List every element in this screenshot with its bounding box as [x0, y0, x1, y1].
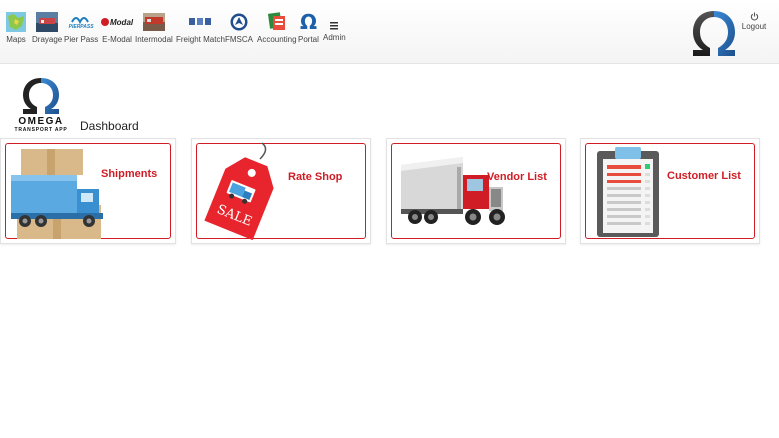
- nav-item-maps[interactable]: Maps: [6, 12, 26, 44]
- nav-item-portal[interactable]: Ω Portal: [298, 12, 319, 44]
- rate-shop-card[interactable]: SALE Rate Shop: [191, 138, 371, 244]
- nav-item-e-modal[interactable]: Modal E-Modal: [101, 12, 133, 44]
- drayage-icon: [36, 12, 59, 32]
- page-title: Dashboard: [80, 119, 139, 133]
- shipments-card[interactable]: Shipments: [0, 138, 176, 244]
- nav-label-accounting: Accounting: [257, 35, 297, 44]
- nav-item-accounting[interactable]: Accounting: [257, 12, 297, 44]
- nav-label-pier-pass: Pier Pass: [64, 35, 99, 44]
- map-icon: [6, 12, 26, 32]
- omega-icon: Ω: [299, 10, 317, 34]
- menu-icon: [330, 20, 339, 32]
- nav-item-admin[interactable]: Admin: [323, 20, 346, 42]
- vendor-list-card[interactable]: Vendor List: [386, 138, 566, 244]
- omega-logo[interactable]: [690, 8, 738, 58]
- accounting-icon: [266, 12, 288, 32]
- power-icon: [750, 12, 758, 21]
- card-label-shipments: Shipments: [101, 168, 158, 180]
- nav-item-freight-match[interactable]: Freight Match: [176, 12, 225, 44]
- nav-label-intermodal: Intermodal: [135, 35, 173, 44]
- emodal-logo-text: Modal: [110, 17, 134, 27]
- emodal-icon: Modal: [101, 12, 133, 32]
- card-label-rate-shop: Rate Shop: [288, 171, 343, 183]
- nav-label-e-modal: E-Modal: [102, 35, 132, 44]
- fmsca-icon: [230, 12, 248, 32]
- card-label-vendor-list: Vendor List: [487, 171, 547, 183]
- brand-name: OMEGA: [18, 116, 64, 127]
- nav-label-drayage: Drayage: [32, 35, 63, 44]
- logout-button[interactable]: Logout: [740, 12, 768, 31]
- shipments-truck-icon: [11, 149, 103, 239]
- intermodal-icon: [142, 12, 165, 32]
- top-navbar: Maps Drayage PIERPASS Pier Pass Modal E-…: [0, 0, 779, 64]
- clipboard-list-icon: [597, 147, 659, 237]
- nav-label-maps: Maps: [6, 35, 26, 44]
- logout-label: Logout: [741, 22, 767, 31]
- pierpass-logo-text: PIERPASS: [68, 24, 94, 30]
- nav-item-intermodal[interactable]: Intermodal: [135, 12, 173, 44]
- nav-item-fmsca[interactable]: FMSCA: [225, 12, 253, 44]
- nav-label-portal: Portal: [298, 35, 319, 44]
- freight-match-icon: [189, 12, 212, 32]
- semi-truck-icon: [401, 157, 505, 225]
- sale-tag-icon: SALE: [204, 142, 274, 241]
- nav-label-admin: Admin: [323, 33, 346, 42]
- nav-item-pier-pass[interactable]: PIERPASS Pier Pass: [64, 12, 98, 44]
- brand-tagline: TRANSPORT APP: [14, 127, 68, 133]
- nav-item-drayage[interactable]: Drayage: [32, 12, 62, 44]
- nav-label-freight-match: Freight Match: [176, 35, 225, 44]
- customer-list-card[interactable]: Customer List: [580, 138, 760, 244]
- card-label-customer-list: Customer List: [667, 170, 741, 182]
- nav-label-fmsca: FMSCA: [225, 35, 253, 44]
- pierpass-icon: PIERPASS: [68, 12, 94, 32]
